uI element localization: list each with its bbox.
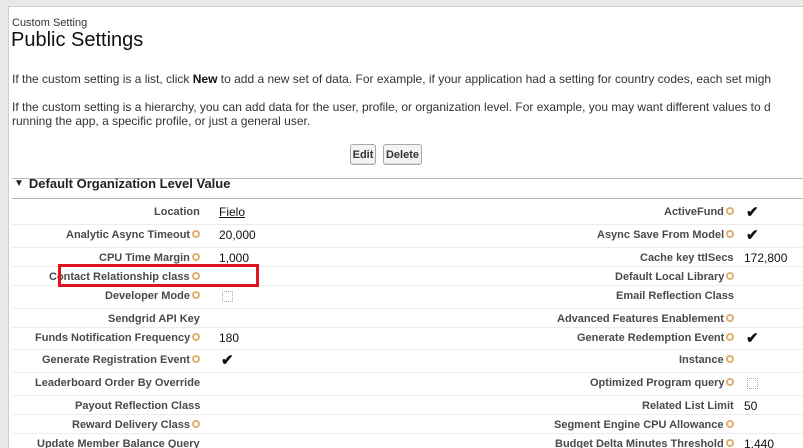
help-icon[interactable]	[192, 230, 201, 238]
help-icon[interactable]	[725, 314, 734, 322]
desc-text: to add a new set of data. For example, i…	[217, 72, 772, 86]
field-label-text: Generate Registration Event	[42, 354, 190, 366]
field-label: Update Member Balance Query	[37, 438, 200, 448]
field-label-text: Segment Engine CPU Allowance	[554, 419, 724, 431]
field-label-text: Generate Redemption Event	[577, 332, 725, 344]
field-label-text: Funds Notification Frequency	[35, 332, 191, 344]
help-icon[interactable]	[191, 291, 200, 299]
field-value: 1,000	[219, 251, 250, 265]
field-label: Analytic Async Timeout	[66, 229, 201, 241]
field-label: Optimized Program query	[590, 377, 735, 389]
checked-checkbox-icon: ✔	[746, 227, 759, 244]
field-label: Advanced Features Enablement	[557, 313, 734, 325]
help-icon[interactable]	[726, 333, 735, 341]
help-icon[interactable]	[191, 253, 200, 261]
field-label-text: Payout Reflection Class	[75, 400, 201, 412]
field-label-text: Async Save From Model	[597, 229, 725, 241]
field-row: Reward Delivery Class Segment Engine CPU …	[12, 415, 803, 434]
list-description: If the custom setting is a list, click N…	[12, 72, 771, 86]
field-label-text: Advanced Features Enablement	[557, 313, 724, 325]
field-label-text: Email Reflection Class	[616, 290, 734, 302]
field-label-text: Default Local Library	[615, 271, 725, 283]
field-row: Payout Reflection Class Related List Limi…	[12, 396, 803, 415]
checked-checkbox-icon: ✔	[221, 352, 234, 369]
field-label: Generate Registration Event	[42, 354, 200, 366]
object-type-label: Custom Setting	[12, 17, 88, 29]
page-title: Public Settings	[11, 29, 144, 51]
field-value: 172,800	[744, 251, 788, 265]
help-icon[interactable]	[191, 355, 200, 363]
help-icon[interactable]	[726, 272, 735, 280]
field-row: Generate Registration Event ✔ Instance	[12, 350, 803, 373]
field-label-text: Optimized Program query	[590, 377, 725, 389]
edit-button[interactable]: Edit	[350, 144, 376, 165]
field-label-text: Related List Limit	[642, 400, 734, 412]
field-label: Location	[154, 206, 200, 218]
field-row: Developer Mode Email Reflection Class	[12, 286, 803, 309]
annotation-highlight-box	[58, 264, 259, 287]
field-label: Reward Delivery Class	[72, 419, 201, 431]
field-row: Funds Notification Frequency 180 Generate …	[12, 328, 803, 350]
checked-checkbox-icon: ✔	[746, 330, 759, 347]
field-row: Sendgrid API Key Advanced Features Enable…	[12, 309, 803, 328]
field-label: Sendgrid API Key	[108, 313, 200, 325]
help-icon[interactable]	[726, 378, 735, 386]
section-header[interactable]: ▼ Default Organization Level Value	[14, 176, 230, 191]
field-label: Developer Mode	[105, 290, 200, 302]
help-icon[interactable]	[725, 439, 734, 447]
desc-text: If the custom setting is a list, click	[12, 72, 193, 86]
field-label: CPU Time Margin	[99, 252, 200, 264]
hierarchy-description-line2: running the app, a specific profile, or …	[12, 114, 311, 128]
field-label: Budget Delta Minutes Threshold	[555, 438, 734, 448]
field-label-text: Reward Delivery Class	[72, 419, 191, 431]
help-icon[interactable]	[192, 420, 201, 428]
field-label: Email Reflection Class	[616, 290, 734, 302]
field-label-text: Instance	[679, 354, 724, 366]
field-label: Funds Notification Frequency	[35, 332, 201, 344]
field-label-text: Leaderboard Order By Override	[35, 377, 201, 389]
collapse-triangle-icon[interactable]: ▼	[14, 178, 24, 189]
field-label: Leaderboard Order By Override	[35, 377, 200, 389]
field-label-text: ActiveFund	[664, 206, 724, 218]
field-label-text: Cache key ttlSecs	[640, 252, 734, 264]
field-label: Instance	[679, 354, 734, 366]
field-label: Payout Reflection Class	[75, 400, 200, 412]
section-divider	[12, 198, 803, 199]
unchecked-checkbox-icon	[747, 378, 758, 389]
field-label-text: Analytic Async Timeout	[66, 229, 191, 241]
hierarchy-description-line1: If the custom setting is a hierarchy, yo…	[12, 100, 771, 114]
help-icon[interactable]	[192, 333, 201, 341]
field-label-text: Update Member Balance Query	[37, 438, 200, 448]
field-value-link[interactable]: Fielo	[219, 205, 245, 219]
field-value: 50	[744, 399, 758, 413]
field-label: ActiveFund	[664, 206, 734, 218]
field-label: Cache key ttlSecs	[640, 252, 734, 264]
field-row: Location Fielo ActiveFund ✔	[12, 202, 803, 225]
field-label-text: CPU Time Margin	[99, 252, 190, 264]
field-label: Default Local Library	[615, 271, 735, 283]
help-icon[interactable]	[726, 230, 735, 238]
field-label: Async Save From Model	[597, 229, 735, 241]
field-label-text: Developer Mode	[105, 290, 190, 302]
field-label-text: Location	[154, 206, 200, 218]
unchecked-checkbox-icon	[222, 291, 233, 302]
help-icon[interactable]	[725, 355, 734, 363]
section-title: Default Organization Level Value	[28, 176, 231, 191]
field-label-text: Sendgrid API Key	[108, 313, 200, 325]
field-row: Leaderboard Order By Override Optimized P…	[12, 373, 803, 396]
checked-checkbox-icon: ✔	[746, 204, 759, 221]
field-label: Generate Redemption Event	[577, 332, 735, 344]
field-value: 20,000	[219, 228, 256, 242]
field-row: Analytic Async Timeout 20,000 Async Save F…	[12, 225, 803, 248]
field-value: 180	[219, 331, 240, 345]
field-label-text: Budget Delta Minutes Threshold	[555, 438, 724, 448]
help-icon[interactable]	[725, 207, 734, 215]
field-value: 1,440	[744, 437, 775, 448]
desc-new-keyword: New	[192, 72, 218, 86]
delete-button[interactable]: Delete	[383, 144, 422, 165]
field-label: Segment Engine CPU Allowance	[554, 419, 734, 431]
help-icon[interactable]	[725, 420, 734, 428]
field-label: Related List Limit	[642, 400, 734, 412]
field-row: Update Member Balance Query Budget Delta …	[12, 434, 803, 448]
